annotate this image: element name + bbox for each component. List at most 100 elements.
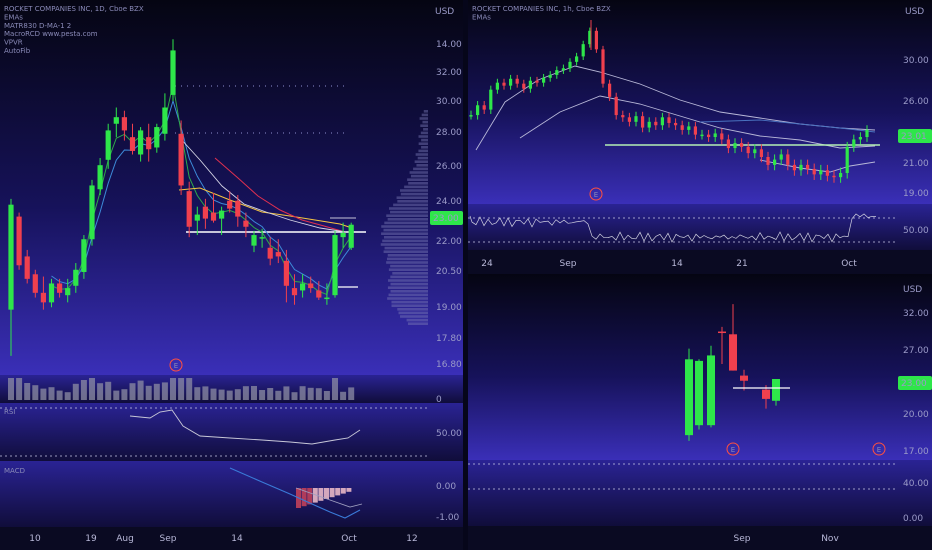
hourly-y-tick: 30.00 bbox=[903, 56, 929, 66]
hourly-candle bbox=[740, 143, 744, 147]
volume-profile-bar bbox=[421, 138, 428, 142]
daily-candle bbox=[89, 185, 95, 240]
volume-bar bbox=[56, 390, 63, 400]
volume-bar bbox=[89, 378, 95, 400]
volume-bar bbox=[97, 383, 104, 400]
volume-profile-bar bbox=[407, 178, 428, 181]
daily-y-tick: 14.00 bbox=[436, 40, 462, 50]
daily-macd-panel bbox=[0, 461, 463, 527]
volume-profile-bar bbox=[381, 232, 428, 235]
volume-profile-bar bbox=[381, 225, 428, 228]
macd-1-tick: -1.00 bbox=[436, 513, 460, 523]
volume-profile-bar bbox=[391, 304, 428, 307]
volume-bar bbox=[113, 390, 120, 400]
daily-candle bbox=[146, 137, 152, 150]
volume-profile-bar bbox=[386, 261, 428, 264]
volume-profile-bar bbox=[420, 131, 428, 135]
daily-candle bbox=[275, 252, 281, 257]
daily-candle bbox=[121, 117, 127, 131]
macd-histogram-bar bbox=[318, 488, 324, 501]
daily-candle bbox=[291, 288, 298, 296]
hourly-candle bbox=[759, 149, 763, 157]
weekly-rsi-tick: 40.00 bbox=[903, 479, 929, 489]
volume-bar bbox=[80, 380, 87, 400]
hourly-candle bbox=[832, 175, 836, 178]
macd-histogram-bar bbox=[324, 488, 329, 499]
volume-profile-bar bbox=[383, 250, 428, 253]
daily-x-tick: Aug bbox=[116, 534, 134, 544]
hourly-candle bbox=[634, 116, 638, 122]
volume-bar bbox=[145, 385, 152, 400]
daily-candle bbox=[348, 224, 354, 248]
hourly-x-tick: Oct bbox=[841, 259, 857, 269]
volume-bar bbox=[32, 385, 39, 400]
volume-profile-bar bbox=[384, 221, 428, 225]
daily-y-tick: 19.00 bbox=[436, 303, 462, 313]
daily-y-tick: 26.00 bbox=[436, 162, 462, 172]
volume-profile-bar bbox=[420, 124, 428, 127]
daily-candle bbox=[48, 283, 55, 303]
hourly-legend-item: ROCKET COMPANIES INC, 1h, Cboe BZX bbox=[472, 5, 611, 13]
volume-profile-bar bbox=[400, 192, 428, 196]
volume-profile-bar bbox=[400, 315, 428, 318]
volume-profile-bar bbox=[404, 185, 428, 189]
daily-legend-item: AutoFib bbox=[4, 47, 31, 55]
weekly-price-tag-text: 23.00 bbox=[901, 379, 927, 389]
daily-candle bbox=[8, 204, 14, 310]
volume-bar bbox=[64, 392, 71, 400]
daily-y-tick: 32.00 bbox=[436, 68, 462, 78]
daily-candle bbox=[24, 256, 30, 279]
volume-bar bbox=[121, 389, 128, 400]
weekly-candle bbox=[740, 375, 748, 381]
volume-profile-bar bbox=[418, 142, 428, 145]
hourly-candle bbox=[733, 143, 737, 149]
daily-candle bbox=[40, 292, 46, 303]
hourly-candle bbox=[707, 134, 711, 138]
hourly-y-tick: 26.00 bbox=[903, 97, 929, 107]
volume-bar bbox=[16, 378, 23, 400]
hourly-candle bbox=[687, 126, 691, 130]
hourly-candle bbox=[779, 154, 783, 160]
hourly-candle bbox=[865, 129, 869, 138]
volume-bar bbox=[283, 386, 290, 400]
volume-bar bbox=[267, 388, 274, 400]
weekly-y-tick: 17.00 bbox=[903, 447, 929, 457]
volume-bar bbox=[218, 389, 225, 400]
daily-candle bbox=[259, 237, 265, 239]
volume-profile-bar bbox=[418, 149, 428, 153]
volume-profile-bar bbox=[390, 264, 428, 268]
hourly-candle bbox=[535, 80, 539, 83]
daily-candle bbox=[162, 107, 168, 134]
hourly-y-tick: 19.00 bbox=[903, 189, 929, 199]
weekly-candle bbox=[762, 389, 770, 399]
hourly-candle bbox=[495, 82, 499, 90]
volume-profile-bar bbox=[391, 300, 428, 304]
hourly-candle bbox=[594, 30, 598, 50]
daily-candle bbox=[340, 232, 346, 238]
hourly-rsi-tick: 50.00 bbox=[903, 226, 929, 236]
daily-x-tick: 19 bbox=[85, 534, 97, 544]
hourly-x-tick: 21 bbox=[736, 259, 747, 269]
volume-profile-bar bbox=[416, 164, 428, 167]
hourly-candle bbox=[700, 134, 704, 137]
weekly-candle bbox=[707, 355, 715, 426]
volume-profile-bar bbox=[423, 110, 428, 113]
daily-x-tick: Oct bbox=[341, 534, 357, 544]
hourly-candle bbox=[806, 164, 810, 169]
hourly-xaxis-strip bbox=[468, 250, 932, 274]
daily-y-tick: 28.00 bbox=[436, 128, 462, 138]
hourly-candle bbox=[726, 139, 730, 149]
daily-candle bbox=[178, 133, 184, 186]
daily-candle bbox=[300, 283, 306, 291]
volume-bar bbox=[348, 387, 355, 400]
daily-x-tick: 12 bbox=[406, 534, 417, 544]
hourly-price-panel bbox=[468, 0, 932, 204]
volume-profile-bar bbox=[396, 196, 428, 199]
weekly-candle bbox=[695, 360, 703, 426]
volume-bar bbox=[340, 391, 347, 400]
hourly-candle bbox=[746, 146, 750, 154]
volume-profile-bar bbox=[386, 257, 428, 261]
hourly-candle bbox=[641, 116, 645, 128]
volume-profile-bar bbox=[388, 293, 428, 297]
volume-bar bbox=[24, 383, 31, 400]
